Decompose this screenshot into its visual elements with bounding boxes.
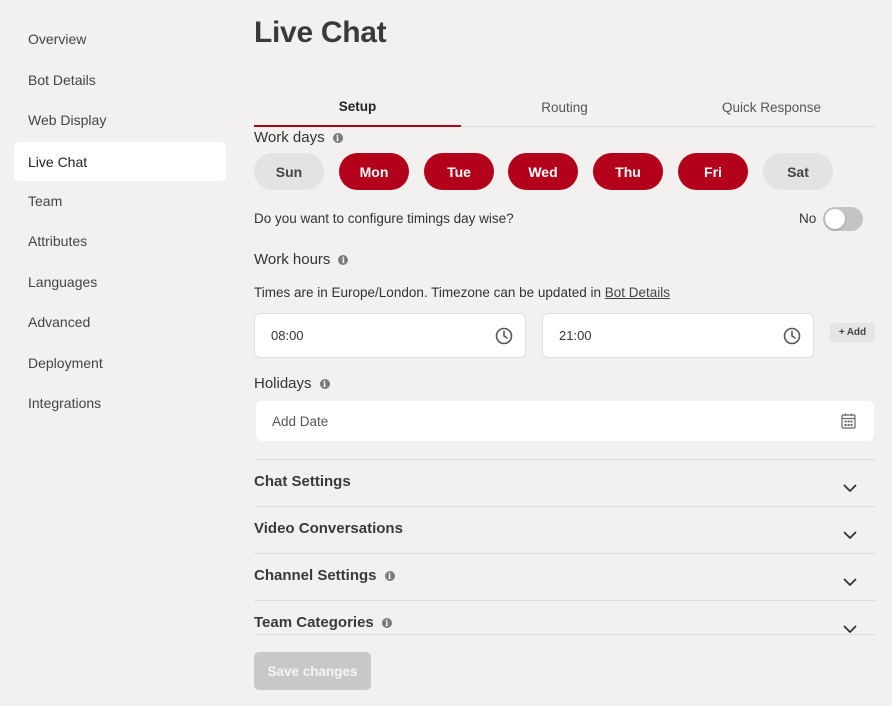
sidebar-item-integrations[interactable]: Integrations <box>14 383 226 422</box>
end-time-input[interactable]: 21:00 <box>542 313 814 358</box>
clock-icon[interactable] <box>495 327 513 345</box>
sidebar-item-web-display[interactable]: Web Display <box>14 100 226 139</box>
accordion-title: Team Categories i <box>254 614 392 631</box>
accordion-title: Chat Settings <box>254 473 351 490</box>
sidebar-item-live-chat[interactable]: Live Chat <box>14 142 226 181</box>
plus-icon: + <box>838 327 845 338</box>
info-icon[interactable]: i <box>338 254 349 265</box>
holiday-date-input[interactable]: Add Date <box>256 401 874 441</box>
sidebar-item-languages[interactable]: Languages <box>14 262 226 301</box>
accordion-title-text: Video Conversations <box>254 520 403 537</box>
divider <box>254 634 875 635</box>
chevron-down-icon[interactable] <box>843 625 857 634</box>
info-icon[interactable]: i <box>384 570 395 581</box>
start-time-input[interactable]: 08:00 <box>254 313 526 358</box>
sidebar-item-deployment[interactable]: Deployment <box>14 343 226 382</box>
day-sat[interactable]: Sat <box>763 153 833 190</box>
work-hours-label-text: Work hours <box>254 251 331 268</box>
chevron-down-icon[interactable] <box>843 484 857 493</box>
page-title: Live Chat <box>254 16 387 49</box>
bot-details-link[interactable]: Bot Details <box>605 285 670 300</box>
sidebar-item-advanced[interactable]: Advanced <box>14 302 226 341</box>
accordion-title-text: Team Categories <box>254 614 374 631</box>
daywise-toggle[interactable] <box>823 207 863 231</box>
accordion-chat-settings[interactable]: Chat Settings <box>254 459 875 506</box>
info-icon[interactable]: i <box>381 617 392 628</box>
day-wed[interactable]: Wed <box>508 153 578 190</box>
holidays-label: Holidays i <box>254 375 330 392</box>
accordion-title-text: Chat Settings <box>254 473 351 490</box>
info-icon[interactable]: i <box>319 378 330 389</box>
sidebar-item-bot-details[interactable]: Bot Details <box>14 60 226 99</box>
daywise-question: Do you want to configure timings day wis… <box>254 211 514 226</box>
daywise-toggle-label: No <box>799 211 817 226</box>
holiday-date-placeholder: Add Date <box>272 413 329 429</box>
work-days-label-text: Work days <box>254 129 325 146</box>
day-mon[interactable]: Mon <box>339 153 409 190</box>
day-thu[interactable]: Thu <box>593 153 663 190</box>
tab-quick-response[interactable]: Quick Response <box>668 88 875 127</box>
calendar-icon[interactable] <box>841 413 856 429</box>
sidebar-item-team[interactable]: Team <box>14 181 226 220</box>
start-time-value: 08:00 <box>271 328 304 343</box>
tab-routing[interactable]: Routing <box>461 88 668 127</box>
day-fri[interactable]: Fri <box>678 153 748 190</box>
toggle-knob <box>825 209 845 229</box>
info-icon[interactable]: i <box>332 132 343 143</box>
tab-bar: Setup Routing Quick Response <box>254 88 875 127</box>
timezone-note: Times are in Europe/London. Timezone can… <box>254 285 670 300</box>
day-sun[interactable]: Sun <box>254 153 324 190</box>
clock-icon[interactable] <box>783 327 801 345</box>
accordion-title-text: Channel Settings <box>254 567 377 584</box>
save-changes-button[interactable]: Save changes <box>254 652 371 690</box>
holidays-label-text: Holidays <box>254 375 312 392</box>
end-time-value: 21:00 <box>559 328 592 343</box>
accordion-team-categories[interactable]: Team Categories i <box>254 600 875 647</box>
timezone-text: Times are in Europe/London. Timezone can… <box>254 285 605 300</box>
tab-setup[interactable]: Setup <box>254 88 461 127</box>
add-hours-label: Add <box>846 327 867 338</box>
sidebar: Overview Bot Details Web Display Live Ch… <box>0 0 240 706</box>
day-tue[interactable]: Tue <box>424 153 494 190</box>
chevron-down-icon[interactable] <box>843 531 857 540</box>
accordion-title: Video Conversations <box>254 520 403 537</box>
accordion-channel-settings[interactable]: Channel Settings i <box>254 553 875 600</box>
work-hours-label: Work hours i <box>254 251 349 268</box>
work-days-label: Work days i <box>254 129 343 146</box>
accordion-video-conversations[interactable]: Video Conversations <box>254 506 875 553</box>
chevron-down-icon[interactable] <box>843 578 857 587</box>
sidebar-item-overview[interactable]: Overview <box>14 19 226 58</box>
add-hours-button[interactable]: + Add <box>830 323 875 342</box>
accordion-title: Channel Settings i <box>254 567 395 584</box>
sidebar-item-attributes[interactable]: Attributes <box>14 221 226 260</box>
